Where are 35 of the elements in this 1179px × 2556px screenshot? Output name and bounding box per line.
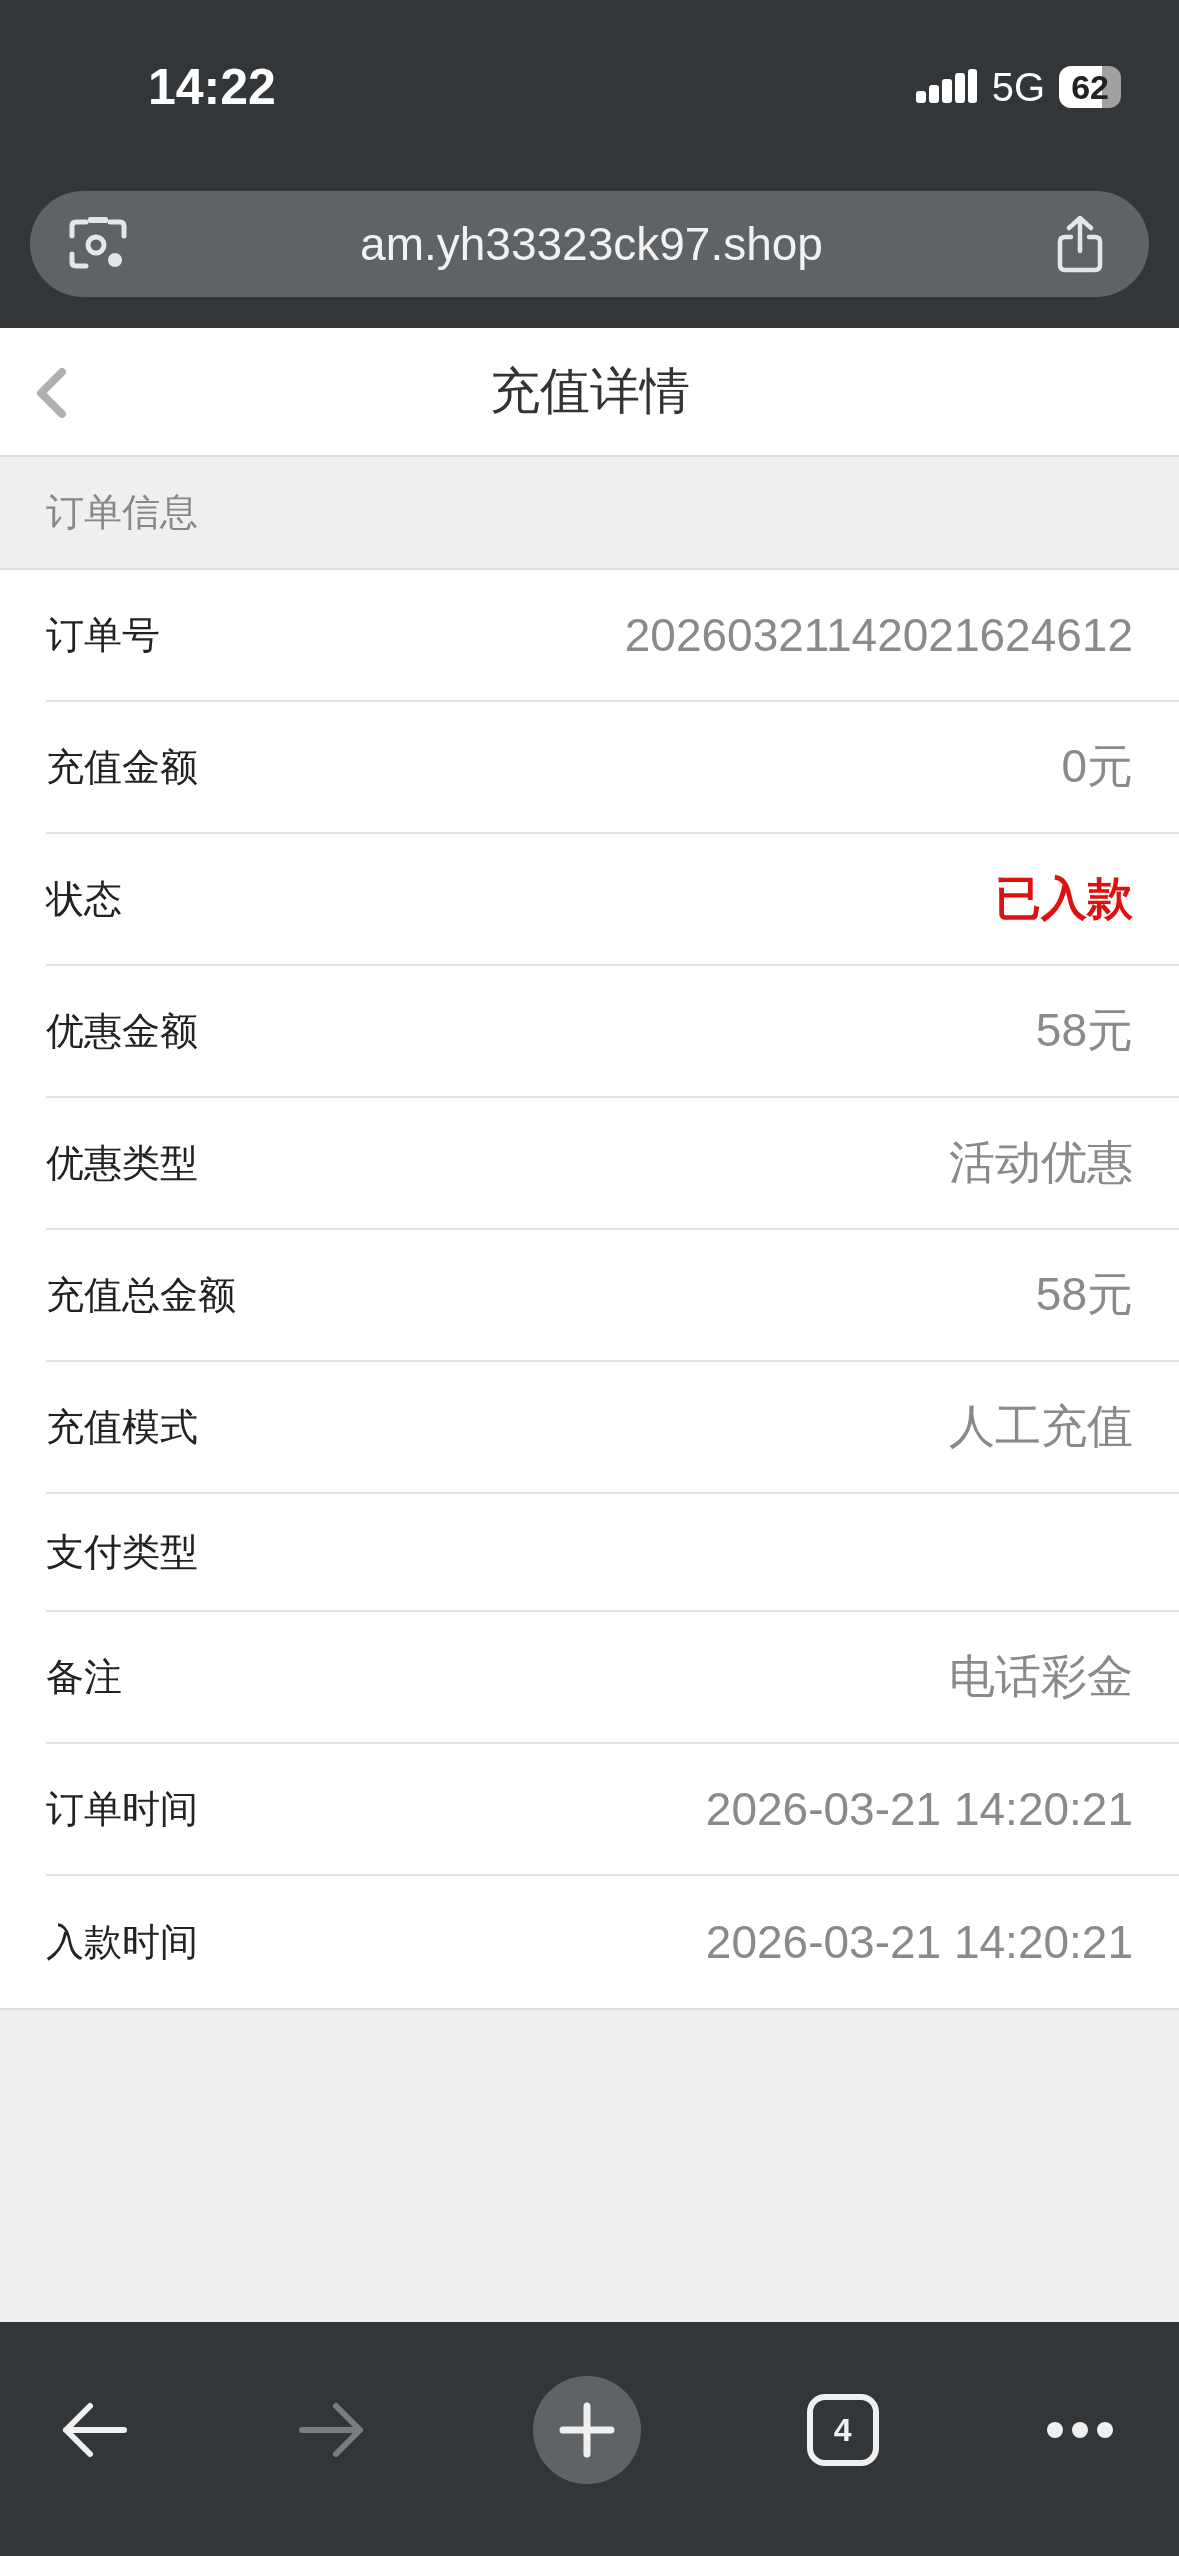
- battery-indicator: 62: [1059, 66, 1121, 108]
- status-time: 14:22: [148, 58, 276, 116]
- share-icon[interactable]: [1055, 215, 1105, 273]
- field-label: 订单时间: [46, 1785, 198, 1833]
- url-text: am.yh33323ck97.shop: [360, 217, 823, 271]
- network-label: 5G: [991, 64, 1046, 110]
- field-value: 电话彩金: [949, 1649, 1133, 1704]
- field-value: 活动优惠: [949, 1135, 1133, 1190]
- tab-count-button[interactable]: 4: [806, 2394, 879, 2466]
- more-icon[interactable]: [1045, 2420, 1115, 2440]
- field-value: 20260321142021624612: [624, 608, 1133, 662]
- address-bar[interactable]: am.yh33323ck97.shop: [30, 191, 1149, 297]
- field-label: 支付类型: [46, 1528, 198, 1576]
- signal-icon: [915, 69, 978, 105]
- field-label: 入款时间: [46, 1918, 198, 1966]
- section-title: 订单信息: [46, 489, 198, 536]
- field-value: 2026-03-21 14:20:21: [705, 1915, 1133, 1969]
- field-label: 充值模式: [46, 1403, 198, 1451]
- plus-icon: [558, 2402, 615, 2458]
- field-value: 2026-03-21 14:20:21: [705, 1782, 1133, 1836]
- field-label: 状态: [46, 875, 122, 923]
- field-label: 充值金额: [46, 743, 198, 791]
- field-label: 充值总金额: [46, 1271, 236, 1319]
- back-arrow-icon[interactable]: [60, 2400, 130, 2460]
- field-value: 已入款: [995, 871, 1133, 926]
- field-value: 人工充值: [949, 1399, 1133, 1454]
- page-title: 充值详情: [489, 361, 690, 422]
- field-value: 0元: [1061, 739, 1133, 794]
- camera-scan-icon[interactable]: [68, 216, 128, 272]
- field-value: 58元: [1035, 1267, 1133, 1322]
- field-label: 备注: [46, 1653, 122, 1701]
- field-value: 58元: [1035, 1003, 1133, 1058]
- field-label: 订单号: [46, 611, 160, 659]
- field-label: 优惠金额: [46, 1007, 198, 1055]
- field-label: 优惠类型: [46, 1139, 198, 1187]
